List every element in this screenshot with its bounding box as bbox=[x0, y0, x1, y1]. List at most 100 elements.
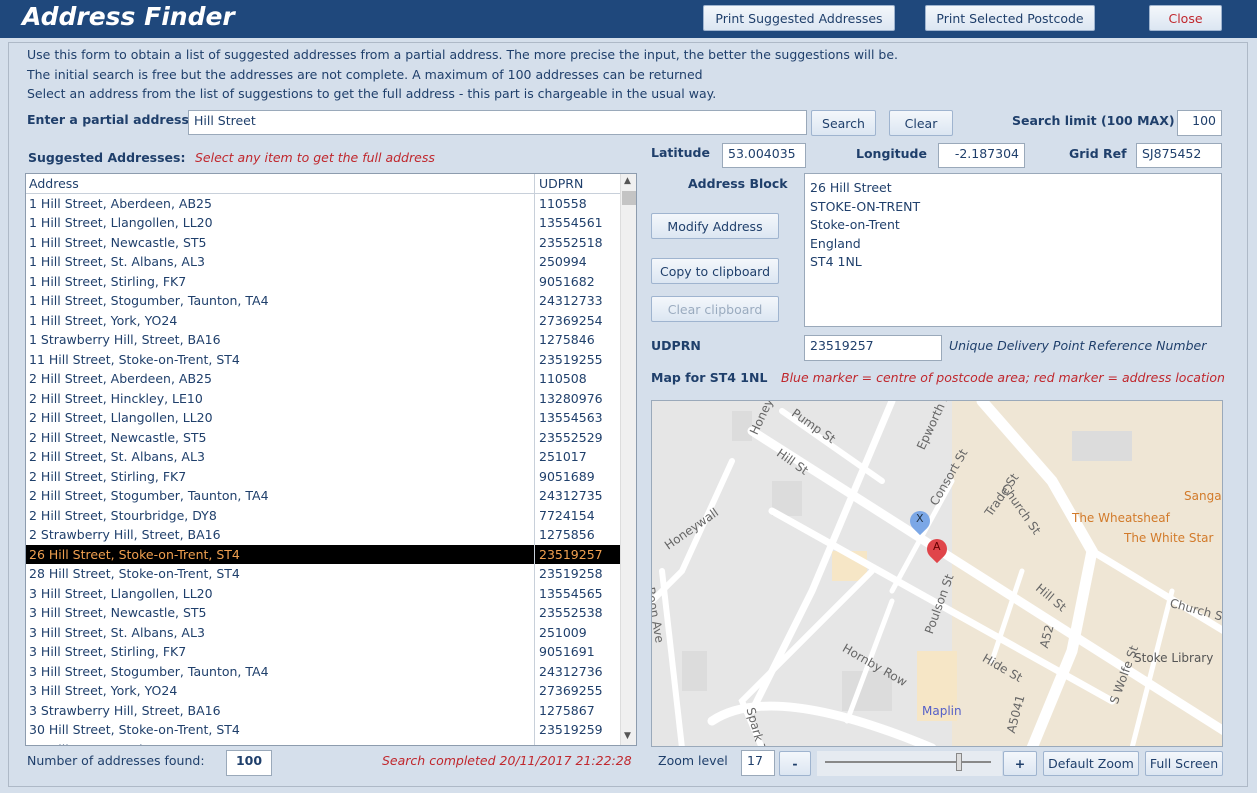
list-item[interactable]: 3 Hill Street, Stogumber, Taunton, TA4 24… bbox=[26, 661, 621, 681]
udprn-cell: 13554561 bbox=[539, 215, 603, 230]
address-cell: 1 Hill Street, Newcastle, ST5 bbox=[26, 232, 535, 252]
list-item[interactable]: 26 Hill Street, Stoke-on-Trent, ST4 23519… bbox=[26, 544, 621, 564]
udprn-cell: 23552518 bbox=[539, 234, 603, 250]
address-cell: 1 Hill Street, Llangollen, LL20 bbox=[26, 213, 535, 233]
print-suggested-button[interactable]: Print Suggested Addresses bbox=[703, 5, 895, 31]
list-item[interactable]: 1 Hill Street, Newcastle, ST5 23552518 bbox=[26, 232, 621, 252]
list-item[interactable]: 3 Strawberry Hill, Street, BA16 1275867 bbox=[26, 700, 621, 720]
list-item[interactable]: 1 Hill Street, Llangollen, LL20 13554561 bbox=[26, 213, 621, 233]
grid-ref-value[interactable]: SJ875452 bbox=[1136, 143, 1222, 168]
udprn-cell: 23519258 bbox=[539, 566, 603, 581]
address-cell: 2 Hill Street, Stirling, FK7 bbox=[26, 466, 535, 486]
address-block[interactable]: 26 Hill Street STOKE-ON-TRENT Stoke-on-T… bbox=[804, 173, 1222, 327]
list-item[interactable]: 2 Hill Street, Newcastle, ST5 23552529 bbox=[26, 427, 621, 447]
udprn-cell: 23552529 bbox=[539, 429, 603, 445]
slider-thumb[interactable] bbox=[956, 753, 963, 771]
modify-address-button[interactable]: Modify Address bbox=[651, 213, 779, 239]
list-item[interactable]: 1 Hill Street, Stogumber, Taunton, TA4 24… bbox=[26, 291, 621, 311]
clear-clipboard-button[interactable]: Clear clipboard bbox=[651, 296, 779, 322]
list-item[interactable]: 1 Strawberry Hill, Street, BA16 1275846 bbox=[26, 330, 621, 350]
longitude-value[interactable]: -2.187304 bbox=[938, 143, 1025, 168]
map[interactable]: Pump St Hill St Epworth St Honeywall Honeywa… bbox=[651, 400, 1223, 747]
zoom-level-value[interactable]: 17 bbox=[741, 750, 775, 776]
scroll-down-icon[interactable]: ▼ bbox=[624, 731, 631, 741]
intro-line-1: Use this form to obtain a list of sugges… bbox=[27, 47, 899, 62]
udprn-cell: 24312736 bbox=[539, 663, 603, 679]
zoom-in-button[interactable]: + bbox=[1003, 751, 1037, 776]
udprn-cell: 23552538 bbox=[539, 605, 603, 620]
search-limit-label: Search limit (100 MAX) bbox=[1012, 113, 1175, 128]
marker-label: A bbox=[933, 540, 941, 553]
udprn-cell: 24312733 bbox=[539, 293, 603, 308]
list-item[interactable]: 3 Hill Street, York, YO24 27369255 bbox=[26, 681, 621, 701]
udprn-cell: 250994 bbox=[539, 254, 587, 269]
partial-address-input[interactable]: Hill Street bbox=[188, 110, 807, 135]
address-line: England bbox=[810, 235, 861, 251]
address-cell: 3 Hill Street, St. Albans, AL3 bbox=[26, 622, 535, 642]
column-header-udprn[interactable]: UDPRN bbox=[535, 174, 621, 193]
zoom-level-label: Zoom level bbox=[658, 753, 728, 768]
address-cell: 1 Hill Street, Stirling, FK7 bbox=[26, 271, 535, 291]
list-item[interactable]: 32 Hill Street, Stoke-on-Trent, ST423519… bbox=[26, 739, 621, 745]
list-item[interactable]: 1 Hill Street, St. Albans, AL3 250994 bbox=[26, 252, 621, 272]
scroll-up-icon[interactable]: ▲ bbox=[624, 176, 631, 186]
latitude-label: Latitude bbox=[651, 145, 710, 160]
full-screen-button[interactable]: Full Screen bbox=[1145, 751, 1223, 776]
list-item[interactable]: 28 Hill Street, Stoke-on-Trent, ST4 23519… bbox=[26, 564, 621, 584]
list-item[interactable]: 2 Strawberry Hill, Street, BA16 1275856 bbox=[26, 525, 621, 545]
column-header-address[interactable]: Address bbox=[26, 174, 535, 193]
list-item[interactable]: 2 Hill Street, Stogumber, Taunton, TA4 24… bbox=[26, 486, 621, 506]
udprn-cell: 27369254 bbox=[539, 312, 603, 328]
address-line: STOKE-ON-TRENT bbox=[810, 198, 921, 214]
udprn-cell: 13554565 bbox=[539, 585, 603, 601]
latitude-value[interactable]: 53.004035 bbox=[722, 143, 806, 168]
udprn-cell: 1275867 bbox=[539, 702, 595, 718]
udprn-cell: 23519259 bbox=[539, 722, 603, 737]
list-item[interactable]: 3 Hill Street, Llangollen, LL20 13554565 bbox=[26, 583, 621, 603]
list-item[interactable]: 3 Hill Street, Newcastle, ST5 23552538 bbox=[26, 603, 621, 623]
search-button[interactable]: Search bbox=[811, 110, 876, 136]
address-cell: 3 Hill Street, Stogumber, Taunton, TA4 bbox=[26, 661, 535, 681]
list-item[interactable]: 3 Hill Street, St. Albans, AL3 251009 bbox=[26, 622, 621, 642]
print-postcode-button[interactable]: Print Selected Postcode bbox=[925, 5, 1095, 31]
map-label: Sangam bbox=[1184, 489, 1222, 503]
udprn-cell: 9051691 bbox=[539, 644, 595, 659]
scroll-thumb[interactable] bbox=[622, 191, 636, 205]
udprn-cell: 251017 bbox=[539, 449, 587, 464]
udprn-value[interactable]: 23519257 bbox=[804, 335, 942, 361]
list-item[interactable]: 3 Hill Street, Stirling, FK7 9051691 bbox=[26, 642, 621, 662]
address-cell: 1 Hill Street, St. Albans, AL3 bbox=[26, 252, 535, 272]
list-item[interactable]: 2 Hill Street, Hinckley, LE10 13280976 bbox=[26, 388, 621, 408]
list-item[interactable]: 2 Hill Street, St. Albans, AL3 251017 bbox=[26, 447, 621, 467]
list-item[interactable]: 2 Hill Street, Llangollen, LL20 13554563 bbox=[26, 408, 621, 428]
address-cell: 3 Hill Street, Stirling, FK7 bbox=[26, 642, 535, 662]
address-cell: 3 Strawberry Hill, Street, BA16 bbox=[26, 700, 535, 720]
udprn-cell: 9051682 bbox=[539, 273, 595, 289]
clear-button[interactable]: Clear bbox=[889, 110, 953, 136]
address-cell: 1 Strawberry Hill, Street, BA16 bbox=[26, 330, 535, 350]
address-cell: 1 Hill Street, Aberdeen, AB25 bbox=[26, 193, 535, 213]
zoom-out-button[interactable]: - bbox=[779, 751, 811, 776]
list-item[interactable]: 30 Hill Street, Stoke-on-Trent, ST4 23519… bbox=[26, 720, 621, 740]
count-label: Number of addresses found: bbox=[27, 753, 205, 768]
search-limit-input[interactable]: 100 bbox=[1177, 110, 1222, 136]
address-line: Stoke-on-Trent bbox=[810, 217, 900, 232]
map-legend: Blue marker = centre of postcode area; r… bbox=[781, 370, 1225, 385]
copy-clipboard-button[interactable]: Copy to clipboard bbox=[651, 258, 779, 284]
list-item[interactable]: 1 Hill Street, Aberdeen, AB25 110558 bbox=[26, 193, 621, 213]
list-item[interactable]: 11 Hill Street, Stoke-on-Trent, ST4 23519… bbox=[26, 349, 621, 369]
udprn-cell: 9051689 bbox=[539, 468, 595, 484]
close-button[interactable]: Close bbox=[1149, 5, 1222, 31]
zoom-slider[interactable] bbox=[817, 751, 1002, 776]
udprn-cell: 110508 bbox=[539, 371, 587, 386]
default-zoom-button[interactable]: Default Zoom bbox=[1043, 751, 1139, 776]
address-cell: 3 Hill Street, York, YO24 bbox=[26, 681, 535, 701]
address-list[interactable]: Address UDPRN 1 Hill Street, Aberdeen, A… bbox=[25, 173, 637, 746]
list-item[interactable]: 1 Hill Street, York, YO24 27369254 bbox=[26, 310, 621, 330]
list-item[interactable]: 1 Hill Street, Stirling, FK7 9051682 bbox=[26, 271, 621, 291]
list-scrollbar[interactable]: ▲ ▼ bbox=[620, 174, 636, 745]
list-item[interactable]: 2 Hill Street, Stirling, FK7 9051689 bbox=[26, 466, 621, 486]
map-canvas[interactable] bbox=[652, 401, 1223, 747]
list-item[interactable]: 2 Hill Street, Aberdeen, AB25 110508 bbox=[26, 369, 621, 389]
list-item[interactable]: 2 Hill Street, Stourbridge, DY8 7724154 bbox=[26, 505, 621, 525]
